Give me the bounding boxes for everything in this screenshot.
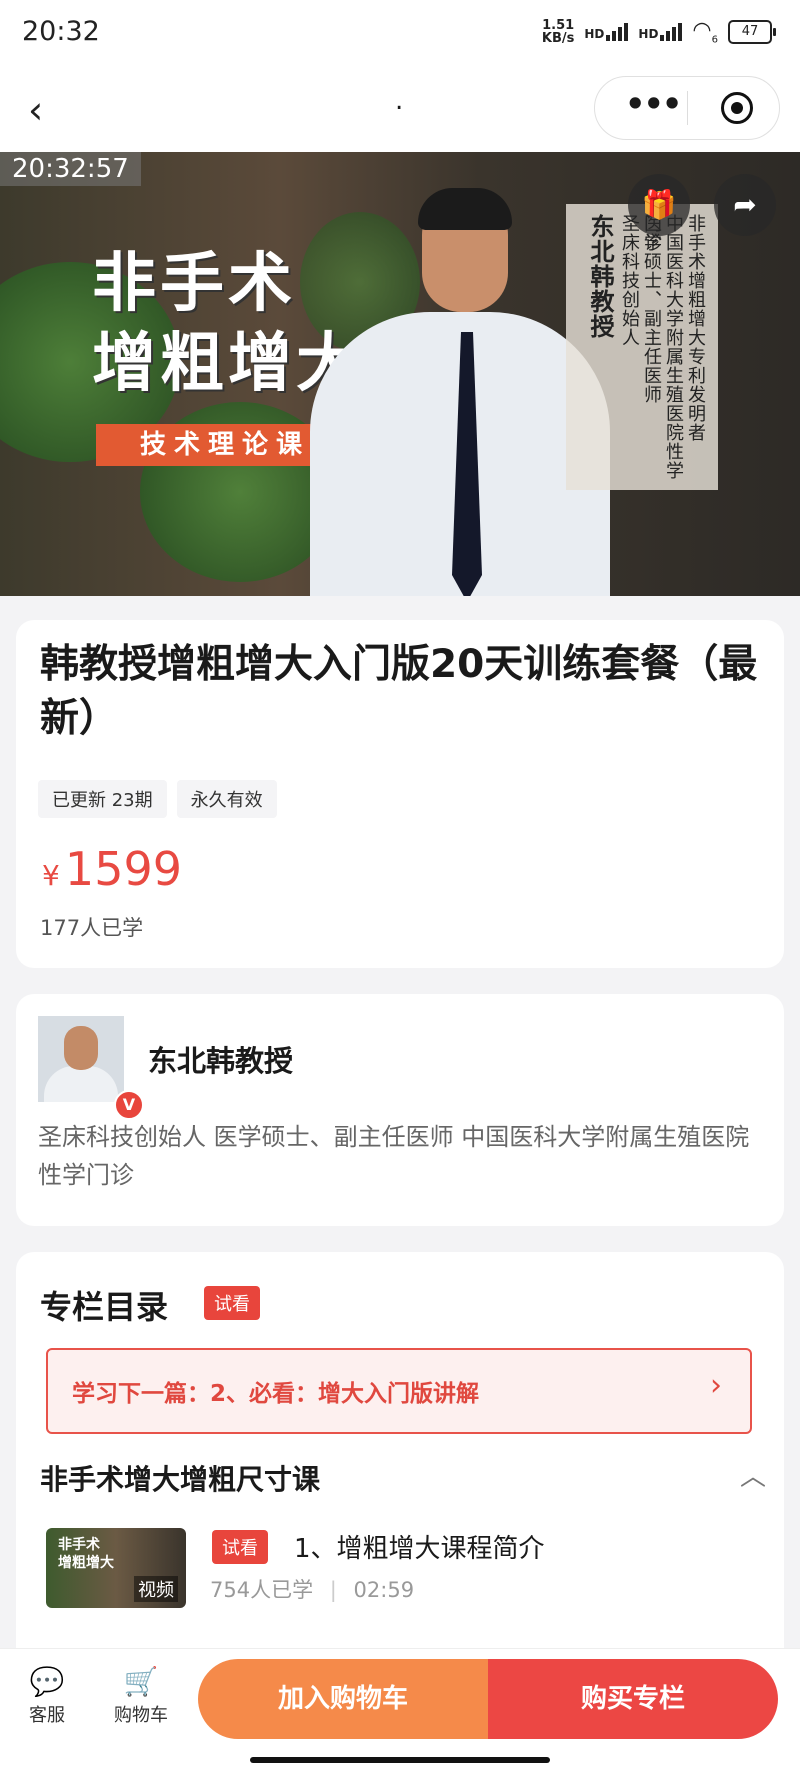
close-miniapp-icon[interactable] [721,92,753,124]
status-bar: 20:32 1.51 KB/s HD HD ◠6 47 [0,0,800,66]
battery-icon: 47 [728,19,776,44]
author-name[interactable]: 东北韩教授 [148,1038,293,1080]
verified-badge-icon: V [114,1090,144,1120]
add-to-cart-button[interactable]: 加入购物车 [198,1659,488,1739]
lesson-learners: 754人已学 [210,1578,314,1602]
section-title[interactable]: 非手术增大增粗尺寸课 [40,1458,320,1498]
product-info-card: 韩教授增粗增大入门版20天训练套餐（最新） 已更新 23期 永久有效 ¥ 159… [16,620,784,968]
course-cover-image: 20:32:57 非手术 增粗增大 技术理论课 非手术增粗增大专利发明者 中国医… [0,152,800,596]
page-title: . [395,86,404,116]
learner-count: 177人已学 [40,916,144,940]
avatar[interactable] [38,1016,124,1102]
share-icon[interactable]: ➦ [714,174,776,236]
lesson-thumbnail[interactable]: 非手术 增粗增大 视频 [46,1528,186,1608]
chat-bubble-icon: 💬 [29,1665,65,1698]
buy-column-button[interactable]: 购买专栏 [488,1659,778,1739]
course-title: 韩教授增粗增大入门版20天训练套餐（最新） [40,642,758,741]
course-tags: 已更新 23期 永久有效 [38,780,277,818]
credential-name: 东北韩教授 [586,214,614,339]
next-lesson-banner[interactable]: 学习下一篇：2、必看：增大入门版讲解 › [46,1348,752,1434]
catalog-title: 专栏目录 [40,1288,169,1326]
wifi-icon: ◠6 [692,18,718,46]
back-button[interactable]: ‹ [28,88,43,132]
professor-photo [310,188,610,596]
video-timestamp: 20:32:57 [0,152,141,186]
lesson-title[interactable]: 1、增粗增大课程简介 [294,1528,545,1565]
status-time: 20:32 [22,16,100,47]
shopping-cart-icon: 🛒 [123,1665,159,1698]
signal-icon: HD [584,22,629,41]
credential-line: 非手术增粗增大专利发明者 [685,214,706,442]
nav-bar: ‹ . ••• [0,66,800,152]
signal-icon-2: HD [638,22,683,41]
trial-badge: 试看 [204,1286,260,1320]
price: ¥ 1599 [42,842,182,896]
video-label: 视频 [134,1576,178,1602]
home-indicator[interactable] [250,1757,550,1763]
more-menu-icon[interactable]: ••• [625,85,682,123]
validity-tag: 永久有效 [176,780,277,818]
update-count-tag: 已更新 23期 [38,780,167,818]
author-card[interactable]: V 东北韩教授 圣床科技创始人 医学硕士、副主任医师 中国医科大学附属生殖医院性… [16,994,784,1226]
chevron-right-icon: › [710,1368,722,1403]
price-value: 1599 [64,842,182,896]
service-label: 客服 [29,1705,65,1726]
lesson-duration: 02:59 [353,1578,415,1602]
gift-icon[interactable]: 🎁 [628,174,690,236]
cart-button[interactable]: 🛒 购物车 [106,1665,176,1727]
credential-line: 医学硕士、副主任医师 [641,214,662,404]
customer-service-button[interactable]: 💬 客服 [12,1665,82,1727]
capsule-divider [687,91,688,125]
status-icons: 1.51 KB/s HD HD ◠6 47 [541,17,776,46]
chevron-up-icon[interactable]: ︿ [740,1456,766,1493]
bottom-action-bar: 💬 客服 🛒 购物车 加入购物车 购买专栏 [0,1648,800,1779]
miniapp-capsule: ••• [594,76,780,140]
cart-label: 购物车 [114,1705,168,1726]
lesson-meta: 754人已学 | 02:59 [210,1578,415,1602]
credentials-plate: 非手术增粗增大专利发明者 中国医科大学附属生殖医院性学门诊 医学硕士、副主任医师… [566,204,718,490]
lesson-trial-badge: 试看 [212,1530,268,1564]
catalog-card: 专栏目录 试看 学习下一篇：2、必看：增大入门版讲解 › 非手术增大增粗尺寸课 … [16,1252,784,1672]
currency-symbol: ¥ [42,859,60,892]
author-description: 圣床科技创始人 医学硕士、副主任医师 中国医科大学附属生殖医院性学门诊 [38,1123,750,1189]
credential-line: 圣床科技创始人 [619,214,640,347]
purchase-buttons: 加入购物车 购买专栏 [198,1659,778,1739]
next-lesson-text: 学习下一篇：2、必看：增大入门版讲解 [72,1381,480,1407]
network-speed: 1.51 KB/s [541,17,575,46]
